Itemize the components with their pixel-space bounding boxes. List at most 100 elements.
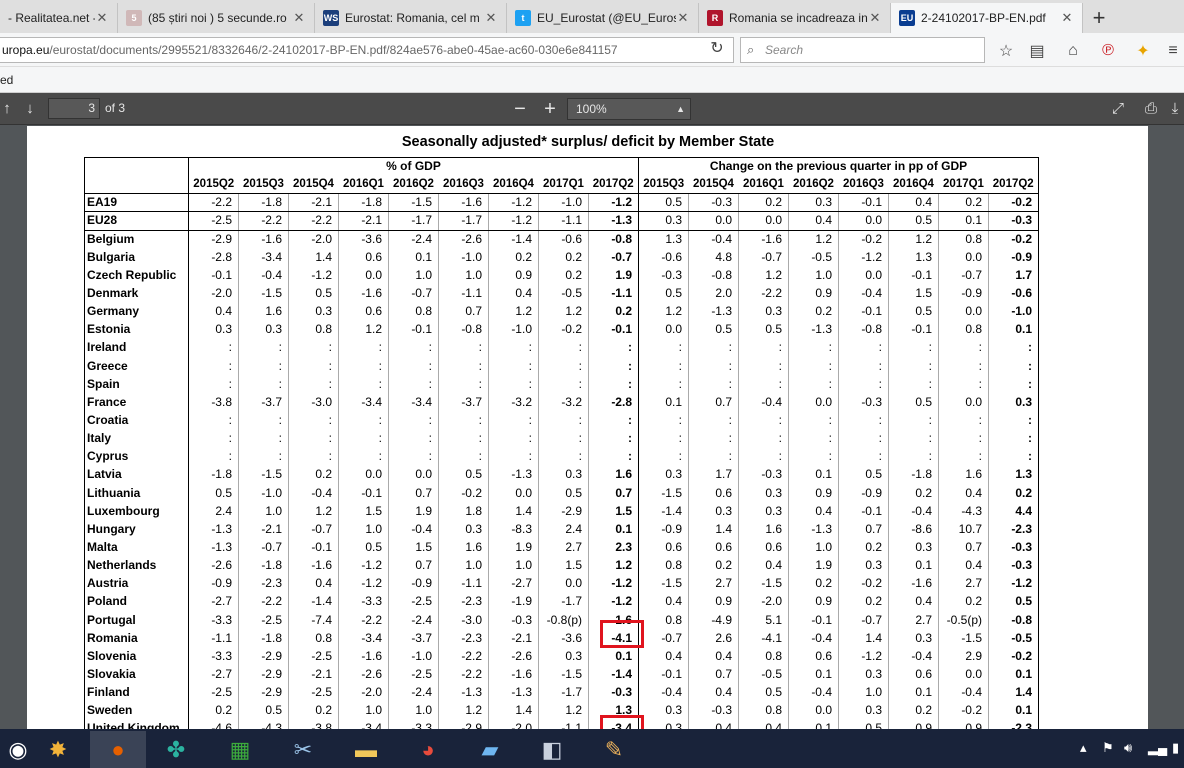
table-cell: 0.2 — [838, 538, 889, 557]
table-cell: 0.8 — [738, 701, 789, 720]
network-icon[interactable]: ▂▄ — [1148, 740, 1167, 756]
table-cell: 1.0 — [438, 266, 489, 285]
table-cell: : — [238, 447, 289, 466]
table-cell: 1.0 — [388, 266, 439, 285]
table-cell: -4.6 — [188, 719, 239, 729]
table-cell: 0.8 — [288, 629, 339, 648]
tab-close-icon[interactable]: ✕ — [1060, 10, 1074, 26]
page-count: of 3 — [105, 101, 126, 115]
previous-page-icon[interactable]: ↑ — [0, 99, 14, 119]
chrome-icon[interactable]: ◕ — [400, 731, 456, 768]
table-cell: : — [688, 447, 739, 466]
volume-icon[interactable]: 🔊︎ — [1124, 740, 1132, 756]
tab-close-icon[interactable]: ✕ — [292, 10, 306, 26]
table-cell: -0.1 — [838, 502, 889, 521]
table-cell: -0.4 — [838, 284, 889, 303]
table-cell: -1.8 — [888, 465, 939, 485]
table-cell: 0.0 — [788, 701, 839, 720]
paint-icon[interactable]: ✎ — [586, 731, 642, 768]
viewer-margin — [1148, 126, 1184, 729]
menu-icon[interactable]: ≡ — [1163, 41, 1183, 61]
table-cell: 0.0 — [938, 248, 989, 267]
table-cell: -3.4 — [238, 248, 289, 267]
table-cell: -1.1 — [538, 719, 589, 729]
file-explorer-icon[interactable]: ▬ — [338, 731, 394, 768]
tab-5[interactable]: EU 2-24102017-BP-EN.pdf ✕ — [891, 3, 1083, 33]
table-cell: : — [838, 411, 889, 430]
bookmark-item[interactable]: ed — [0, 73, 13, 87]
pinterest-icon[interactable]: ℗ — [1098, 41, 1118, 61]
extension-icon[interactable]: ✦ — [1133, 41, 1153, 61]
table-cell: -2.7 — [188, 665, 239, 684]
table-cell: 0.8 — [288, 320, 339, 339]
flag-icon[interactable]: ⚑ — [1102, 740, 1114, 756]
table-cell: -0.1 — [338, 484, 389, 503]
movie-maker-icon[interactable]: ▰ — [462, 731, 518, 768]
paint-splash-icon[interactable]: ✸ — [30, 731, 86, 768]
table-cell: -0.4 — [388, 520, 439, 539]
table-cell: : — [638, 411, 689, 430]
table-cell: -1.6 — [488, 665, 539, 684]
snipping-icon[interactable]: ✂ — [275, 731, 331, 768]
tray-up-arrow-icon[interactable]: ▴ — [1080, 740, 1087, 756]
zoom-in-icon[interactable]: + — [540, 99, 560, 119]
table-cell: -0.1 — [288, 538, 339, 557]
vpn-icon[interactable]: ◧ — [524, 731, 580, 768]
country-name: Netherlands — [84, 556, 189, 575]
table-cell: : — [888, 357, 939, 376]
tab-close-icon[interactable]: ✕ — [95, 10, 109, 26]
table-cell: : — [388, 357, 439, 376]
table-cell: -1.0 — [488, 320, 539, 339]
reading-list-icon[interactable]: ▤ — [1027, 41, 1047, 61]
table-cell: 1.8 — [438, 502, 489, 521]
table-cell: 1.4 — [688, 520, 739, 539]
tab-4[interactable]: R Romania se incadreaza in ✕ — [699, 3, 891, 33]
search-input[interactable]: ⌕ Search — [740, 37, 985, 63]
table-cell: 0.8 — [938, 320, 989, 339]
table-row: Slovenia -3.3 -2.9 -2.5 -1.6 -1.0 -2.2 -2.6 0.3 0… — [84, 647, 1039, 666]
table-cell: 1.5 — [538, 556, 589, 575]
table-cell: -0.1 — [388, 320, 439, 339]
print-icon[interactable]: ⎙ — [1140, 99, 1162, 119]
notification-icon[interactable]: ▮ — [1172, 740, 1179, 756]
tab-close-icon[interactable]: ✕ — [484, 10, 498, 26]
table-cell: : — [188, 375, 239, 394]
table-cell: 0.2 — [938, 193, 989, 213]
table-cell: -0.9 — [838, 484, 889, 503]
country-name: France — [84, 393, 189, 412]
table-cell: -2.2 — [438, 647, 489, 666]
solitaire-icon[interactable]: ✤ — [148, 731, 204, 768]
next-page-icon[interactable]: ↓ — [20, 99, 40, 119]
new-tab-button[interactable]: + — [1083, 3, 1115, 33]
zoom-out-icon[interactable]: − — [510, 99, 530, 119]
url-bar[interactable]: uropa.eu/eurostat/documents/2995521/8332… — [0, 37, 734, 63]
zoom-select[interactable]: 100% ▲ — [567, 98, 691, 120]
pdf-viewer[interactable]: Seasonally adjusted* surplus/ deficit by… — [0, 126, 1184, 729]
tab-close-icon[interactable]: ✕ — [676, 10, 690, 26]
table-cell: : — [588, 357, 639, 376]
calculator-icon[interactable]: ▦ — [212, 731, 268, 768]
table-cell: -4.3 — [238, 719, 289, 729]
presentation-mode-icon[interactable]: ⤢ — [1108, 99, 1128, 119]
tab-3[interactable]: t EU_Eurostat (@EU_Eurost ✕ — [507, 3, 699, 33]
table-cell: -3.4 — [338, 393, 389, 412]
home-icon[interactable]: ⌂ — [1063, 41, 1083, 61]
table-cell: : — [838, 429, 889, 448]
download-icon[interactable]: ⤓ — [1166, 99, 1184, 119]
firefox-icon[interactable]: ● — [90, 731, 146, 768]
table-cell: -0.2 — [838, 230, 889, 249]
table-cell: : — [338, 357, 389, 376]
table-cell: : — [488, 429, 539, 448]
tab-2[interactable]: WS Eurostat: Romania, cel m ✕ — [315, 3, 507, 33]
page-number-input[interactable]: 3 — [48, 98, 100, 119]
tab-1[interactable]: 5 (85 știri noi ) 5 secunde.ro ✕ — [118, 3, 315, 33]
tab-title: EU_Eurostat (@EU_Eurost — [537, 11, 676, 25]
tab-close-icon[interactable]: ✕ — [868, 10, 882, 26]
tab-0[interactable]: - Realitatea.net - ✕ — [0, 3, 118, 33]
table-cell: 0.7 — [688, 393, 739, 412]
reload-icon[interactable]: ↻ — [706, 37, 728, 61]
table-cell: : — [988, 357, 1039, 376]
table-row: Germany 0.4 1.6 0.3 0.6 0.8 0.7 1.2 1.2 0.2 1.2 -1.… — [84, 302, 1039, 321]
bookmark-star-icon[interactable]: ☆ — [996, 41, 1016, 61]
table-cell: -2.3 — [988, 520, 1039, 539]
